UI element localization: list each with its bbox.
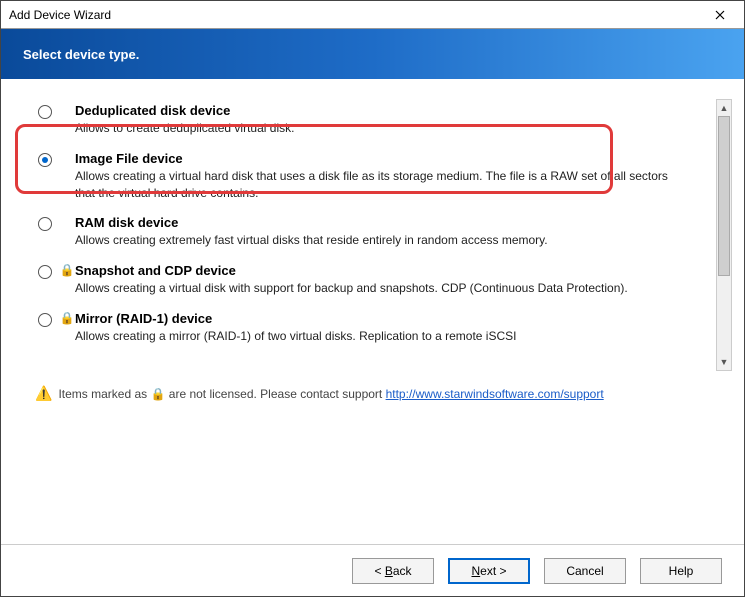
scroll-down-button[interactable]: ▼ — [717, 354, 731, 370]
option-desc: Allows to create deduplicated virtual di… — [75, 120, 690, 137]
option-title: Snapshot and CDP device — [75, 263, 690, 278]
wizard-header: Select device type. — [1, 29, 744, 79]
lock-icon: 🔒 — [60, 312, 75, 324]
note-mid: are not licensed. Please contact support — [169, 387, 382, 401]
option-desc: Allows creating a mirror (RAID-1) of two… — [75, 328, 690, 345]
support-link[interactable]: http://www.starwindsoftware.com/support — [386, 387, 604, 401]
option-desc: Allows creating a virtual hard disk that… — [75, 168, 690, 202]
warning-icon: ⚠️ — [35, 385, 52, 402]
close-button[interactable] — [704, 4, 736, 26]
radio-mirror[interactable] — [38, 313, 52, 327]
button-bar: < Back Next > Cancel Help — [1, 544, 744, 596]
option-title: Image File device — [75, 151, 690, 166]
wizard-body: Deduplicated disk device Allows to create… — [1, 79, 744, 544]
option-desc: Allows creating extremely fast virtual d… — [75, 232, 690, 249]
device-option-snapshot[interactable]: 🔒Snapshot and CDP device Allows creating … — [31, 259, 690, 307]
option-title: Mirror (RAID-1) device — [75, 311, 690, 326]
radio-ramdisk[interactable] — [38, 217, 52, 231]
next-button[interactable]: Next > — [448, 558, 530, 584]
radio-imagefile[interactable] — [38, 153, 52, 167]
device-option-imagefile[interactable]: Image File device Allows creating a virtu… — [31, 147, 690, 212]
scrollbar[interactable]: ▲ ▼ — [716, 99, 732, 371]
device-type-list: Deduplicated disk device Allows to create… — [31, 99, 714, 379]
license-note: ⚠️ Items marked as 🔒 are not licensed. P… — [35, 385, 714, 402]
device-option-ramdisk[interactable]: RAM disk device Allows creating extremely… — [31, 211, 690, 259]
scroll-track[interactable] — [717, 116, 731, 354]
scroll-up-button[interactable]: ▲ — [717, 100, 731, 116]
device-option-deduplicated[interactable]: Deduplicated disk device Allows to create… — [31, 99, 690, 147]
scroll-thumb[interactable] — [718, 116, 730, 276]
cancel-button[interactable]: Cancel — [544, 558, 626, 584]
titlebar: Add Device Wizard — [1, 1, 744, 29]
device-option-mirror[interactable]: 🔒Mirror (RAID-1) device Allows creating a… — [31, 307, 690, 355]
back-button[interactable]: < Back — [352, 558, 434, 584]
help-button[interactable]: Help — [640, 558, 722, 584]
close-icon — [715, 10, 725, 20]
radio-deduplicated[interactable] — [38, 105, 52, 119]
window-title: Add Device Wizard — [9, 8, 111, 22]
header-text: Select device type. — [23, 47, 139, 62]
radio-snapshot[interactable] — [38, 265, 52, 279]
note-prefix: Items marked as — [58, 387, 147, 401]
lock-icon: 🔒 — [60, 264, 75, 276]
option-title: Deduplicated disk device — [75, 103, 690, 118]
option-title: RAM disk device — [75, 215, 690, 230]
lock-icon: 🔒 — [150, 387, 165, 401]
option-desc: Allows creating a virtual disk with supp… — [75, 280, 690, 297]
wizard-window: Add Device Wizard Select device type. De… — [0, 0, 745, 597]
